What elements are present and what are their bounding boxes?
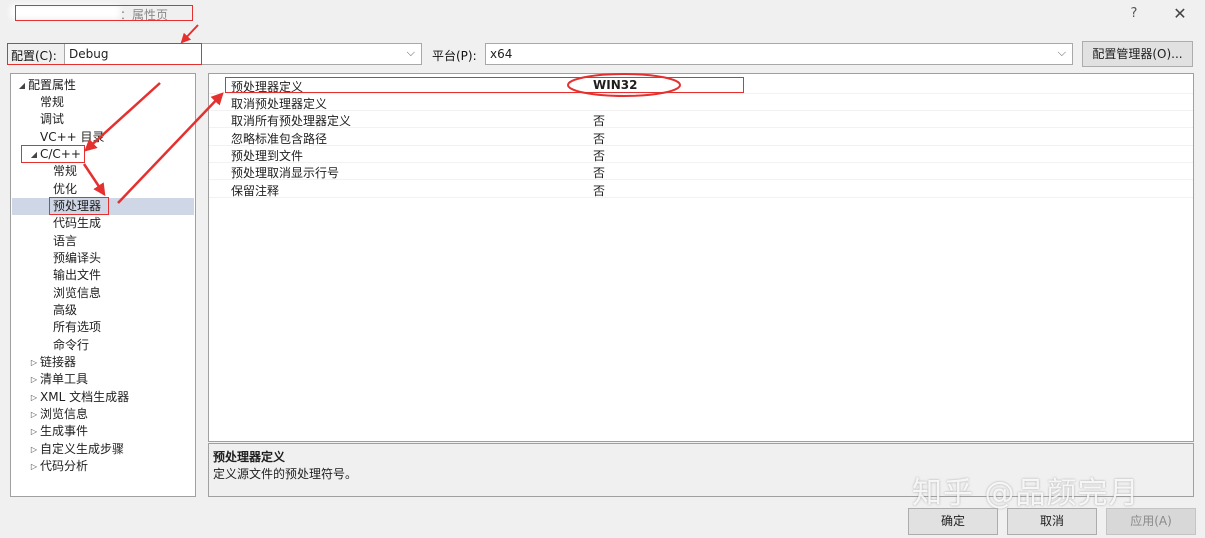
watermark: 知乎 @品颜完月 — [912, 476, 1140, 511]
tree-item-cpp-general[interactable]: 常规 — [53, 163, 77, 180]
tree-item-output-files[interactable]: 输出文件 — [53, 267, 101, 284]
cancel-button[interactable]: 取消 — [1007, 508, 1097, 535]
tree-item-general[interactable]: 常规 — [40, 94, 64, 111]
property-value[interactable]: 否 — [593, 147, 605, 164]
property-name: 取消预处理器定义 — [231, 97, 328, 111]
property-name: 取消所有预处理器定义 — [231, 114, 352, 128]
tree-item-vc-directories[interactable]: VC++ 目录 — [40, 129, 105, 146]
collapsed-icon: ▷ — [30, 462, 38, 471]
grid-row[interactable]: 忽略标准包含路径 否 — [209, 129, 1193, 146]
property-grid[interactable]: 预处理器定义 WIN32 取消预处理器定义 取消所有预处理器定义 否 忽略标准包… — [208, 73, 1194, 442]
property-name: 预处理到文件 — [231, 149, 304, 163]
description-title: 预处理器定义 — [213, 450, 286, 464]
grid-row[interactable]: 预处理到文件 否 — [209, 146, 1193, 163]
collapsed-icon: ▷ — [30, 375, 38, 384]
tree-item-command-line[interactable]: 命令行 — [53, 337, 89, 354]
tree-item-label: 代码分析 — [40, 459, 89, 473]
tree-item-optimization[interactable]: 优化 — [53, 181, 77, 198]
annotation-box-preprocessor — [49, 197, 109, 215]
tree-item-linker[interactable]: ▷ 链接器 — [29, 354, 76, 371]
property-name: 忽略标准包含路径 — [231, 132, 328, 146]
property-name: 预处理取消显示行号 — [231, 166, 340, 180]
grid-row[interactable]: 取消所有预处理器定义 否 — [209, 111, 1193, 128]
platform-value: x64 — [490, 47, 513, 61]
tree-item-config-properties[interactable]: ◢ 配置属性 — [17, 77, 76, 94]
close-button[interactable]: ✕ — [1169, 3, 1191, 25]
annotation-box-cpp — [21, 145, 85, 163]
collapsed-icon: ▷ — [30, 358, 38, 367]
tree-item-label: 链接器 — [40, 355, 77, 369]
tree-item-manifest-tool[interactable]: ▷ 清单工具 — [29, 371, 88, 388]
ok-button[interactable]: 确定 — [908, 508, 998, 535]
chevron-down-icon: ⌵ — [406, 46, 415, 59]
tree-item-precompiled-headers[interactable]: 预编译头 — [53, 250, 101, 267]
tree-item-label: 清单工具 — [40, 372, 89, 386]
chevron-down-icon: ⌵ — [1057, 46, 1066, 59]
tree-item-label: 生成事件 — [40, 424, 89, 438]
platform-select[interactable]: x64 ⌵ — [485, 43, 1073, 65]
property-value[interactable]: 否 — [593, 130, 605, 147]
grid-row[interactable]: 预处理取消显示行号 否 — [209, 163, 1193, 180]
collapsed-icon: ▷ — [30, 427, 38, 436]
property-value[interactable]: 否 — [593, 164, 605, 181]
collapsed-icon: ▷ — [30, 445, 38, 454]
tree-item-build-events[interactable]: ▷ 生成事件 — [29, 423, 88, 440]
collapsed-icon: ▷ — [30, 393, 38, 402]
annotation-box-config — [7, 43, 202, 65]
tree-item-custom-build-step[interactable]: ▷ 自定义生成步骤 — [29, 441, 124, 458]
tree-item-browse-info-top[interactable]: ▷ 浏览信息 — [29, 406, 88, 423]
tree-item-language[interactable]: 语言 — [53, 233, 77, 250]
help-button[interactable]: ? — [1124, 4, 1144, 24]
annotation-box-title — [15, 5, 193, 21]
collapsed-icon: ▷ — [30, 410, 38, 419]
description-text: 定义源文件的预处理符号。 — [213, 467, 358, 481]
tree-item-xml-doc-generator[interactable]: ▷ XML 文档生成器 — [29, 389, 129, 406]
tree-item-all-options[interactable]: 所有选项 — [53, 319, 101, 336]
tree-item-advanced[interactable]: 高级 — [53, 302, 77, 319]
property-value[interactable]: 否 — [593, 182, 605, 199]
property-tree[interactable]: ◢ 配置属性 常规 调试 VC++ 目录 ◢ C/C++ 常规 优化 预处理器 … — [10, 73, 196, 497]
property-name: 保留注释 — [231, 184, 280, 198]
tree-item-label: 自定义生成步骤 — [40, 442, 125, 456]
tree-item-browse-info[interactable]: 浏览信息 — [53, 285, 101, 302]
property-value[interactable]: 否 — [593, 112, 605, 129]
grid-row[interactable]: 取消预处理器定义 — [209, 94, 1193, 111]
tree-item-label: XML 文档生成器 — [40, 390, 130, 404]
grid-row[interactable]: 保留注释 否 — [209, 181, 1193, 198]
tree-item-debugging[interactable]: 调试 — [40, 111, 64, 128]
annotation-box-definitions-row — [225, 77, 744, 93]
platform-label: 平台(P): — [432, 49, 477, 63]
tree-item-code-generation[interactable]: 代码生成 — [53, 215, 101, 232]
tree-item-label: 配置属性 — [28, 78, 77, 92]
tree-item-label: 浏览信息 — [40, 407, 89, 421]
tree-item-code-analysis[interactable]: ▷ 代码分析 — [29, 458, 88, 475]
apply-button[interactable]: 应用(A) — [1106, 508, 1196, 535]
expanded-icon: ◢ — [18, 81, 26, 90]
config-manager-button[interactable]: 配置管理器(O)... — [1082, 41, 1193, 67]
